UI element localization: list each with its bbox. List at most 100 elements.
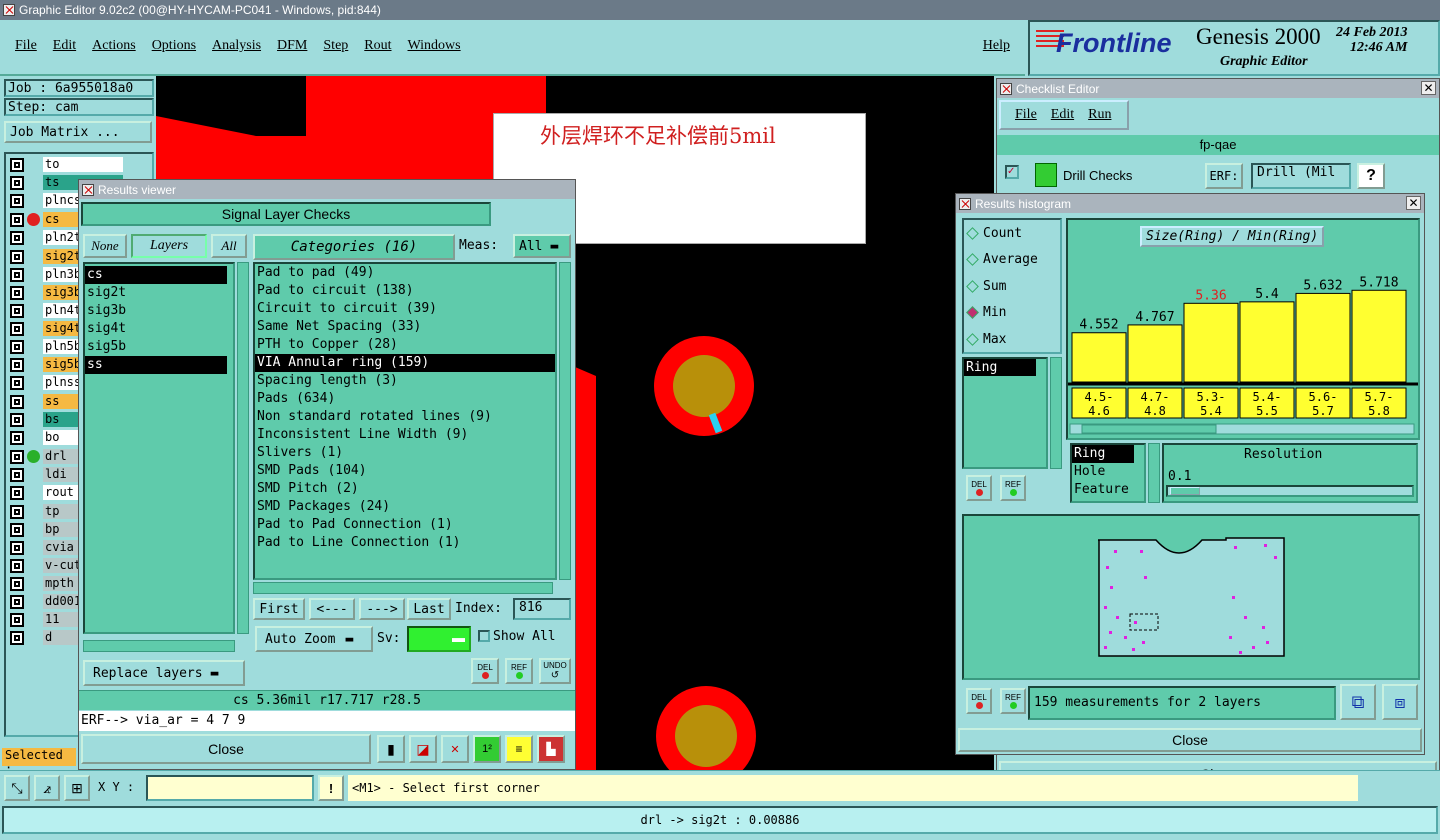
histogram-ref-button[interactable]: REF bbox=[1000, 475, 1026, 501]
close-icon[interactable]: ✕ bbox=[1406, 196, 1421, 210]
menu-options[interactable]: Options bbox=[152, 38, 196, 54]
checklist-check-icon[interactable]: ✓ bbox=[1005, 165, 1019, 179]
category-item[interactable]: Pads (634) bbox=[255, 390, 555, 408]
result-layer-item[interactable]: sig4t bbox=[85, 320, 227, 338]
menu-windows[interactable]: Windows bbox=[408, 38, 461, 54]
histogram-bar[interactable] bbox=[1295, 292, 1351, 383]
checklist-menu-run[interactable]: Run bbox=[1088, 107, 1111, 123]
layer-checkbox-icon[interactable] bbox=[10, 558, 24, 573]
layer-checkbox-icon[interactable] bbox=[10, 193, 24, 208]
layer-list-scrollbar[interactable] bbox=[237, 262, 249, 634]
histogram-scroll-thumb[interactable] bbox=[1081, 424, 1217, 434]
layer-checkbox-icon[interactable] bbox=[10, 449, 24, 464]
attribute-item[interactable]: Hole bbox=[1072, 463, 1144, 481]
layer-checkbox-icon[interactable] bbox=[10, 249, 24, 264]
category-item[interactable]: SMD Pitch (2) bbox=[255, 480, 555, 498]
result-layer-item[interactable]: sig5b bbox=[85, 338, 227, 356]
menu-actions[interactable]: Actions bbox=[92, 38, 136, 54]
category-listbox[interactable]: Pad to pad (49) Pad to circuit (138) Circu… bbox=[253, 262, 557, 580]
mode-sum[interactable]: Sum bbox=[964, 273, 1060, 300]
ring-listbox[interactable]: Ring bbox=[962, 357, 1048, 469]
measure-list-item[interactable]: Ring bbox=[964, 359, 1036, 376]
graph-icon[interactable]: ◪ bbox=[409, 735, 437, 763]
histogram-bar[interactable] bbox=[1127, 324, 1183, 383]
layer-checkbox-icon[interactable] bbox=[10, 267, 24, 282]
checklist-menu-edit[interactable]: Edit bbox=[1051, 107, 1074, 123]
report-icon[interactable]: ≡ bbox=[505, 735, 533, 763]
attribute-scrollbar[interactable] bbox=[1148, 443, 1160, 503]
job-matrix-button[interactable]: Job Matrix ... bbox=[4, 121, 152, 143]
index-input[interactable]: 816 bbox=[513, 598, 571, 620]
category-item[interactable]: SMD Packages (24) bbox=[255, 498, 555, 516]
erf-icon[interactable]: ✕ bbox=[441, 735, 469, 763]
layer-checkbox-icon[interactable] bbox=[10, 467, 24, 482]
category-item[interactable]: Pad to Pad Connection (1) bbox=[255, 516, 555, 534]
alert-icon[interactable]: ! bbox=[318, 775, 344, 801]
slider-thumb[interactable] bbox=[1170, 487, 1200, 495]
categories-tab[interactable]: Categories (16) bbox=[253, 234, 455, 260]
layer-checkbox-icon[interactable] bbox=[10, 339, 24, 354]
first-button[interactable]: First bbox=[253, 598, 305, 620]
histogram-del-button[interactable]: DEL bbox=[966, 475, 992, 501]
layer-checkbox-icon[interactable] bbox=[10, 321, 24, 336]
layer-checkbox-icon[interactable] bbox=[10, 412, 24, 427]
layer-checkbox-icon[interactable] bbox=[10, 175, 24, 190]
histogram-bar[interactable] bbox=[1071, 332, 1127, 383]
category-item[interactable]: Pad to Line Connection (1) bbox=[255, 534, 555, 552]
xy-input[interactable] bbox=[146, 775, 314, 801]
category-item[interactable]: Circuit to circuit (39) bbox=[255, 300, 555, 318]
category-item[interactable]: Slivers (1) bbox=[255, 444, 555, 462]
histogram-del-button-2[interactable]: DEL bbox=[966, 688, 992, 714]
menu-dfm[interactable]: DFM bbox=[277, 38, 307, 54]
attribute-item[interactable]: Ring bbox=[1072, 445, 1134, 463]
undo-button[interactable]: UNDO ↺ bbox=[539, 658, 571, 684]
mode-count[interactable]: Count bbox=[964, 220, 1060, 247]
category-item[interactable]: VIA Annular ring (159) bbox=[255, 354, 555, 372]
measure-icon[interactable]: ⦨ bbox=[34, 775, 60, 801]
help-button[interactable]: ? bbox=[1357, 163, 1385, 189]
layer-checkbox-icon[interactable] bbox=[10, 375, 24, 390]
category-hscroll[interactable] bbox=[253, 582, 553, 594]
prev-button[interactable]: <--- bbox=[309, 598, 355, 620]
results-viewer-titlebar[interactable]: Results viewer bbox=[79, 180, 575, 199]
board-preview[interactable] bbox=[962, 514, 1420, 680]
results-close-button[interactable]: Close bbox=[81, 734, 371, 764]
layers-tab[interactable]: Layers bbox=[131, 234, 207, 258]
layer-checkbox-icon[interactable] bbox=[10, 485, 24, 500]
category-item[interactable]: Inconsistent Line Width (9) bbox=[255, 426, 555, 444]
menu-file[interactable]: File bbox=[15, 38, 37, 54]
menu-edit[interactable]: Edit bbox=[53, 38, 76, 54]
histogram-ref-button-2[interactable]: REF bbox=[1000, 688, 1026, 714]
result-layer-item[interactable]: sig2t bbox=[85, 284, 227, 302]
del-button[interactable]: DEL bbox=[471, 658, 499, 684]
layer-checkbox-icon[interactable] bbox=[10, 157, 24, 172]
category-item[interactable]: Pad to circuit (138) bbox=[255, 282, 555, 300]
last-button[interactable]: Last bbox=[407, 598, 451, 620]
zoom-in-icon[interactable]: ⤡ bbox=[4, 775, 30, 801]
histogram-icon[interactable]: ▙ bbox=[537, 735, 565, 763]
category-scrollbar[interactable] bbox=[559, 262, 571, 580]
layer-checkbox-icon[interactable] bbox=[10, 230, 24, 245]
menu-help[interactable]: Help bbox=[983, 38, 1010, 54]
layer-checkbox-icon[interactable] bbox=[10, 522, 24, 537]
layer-checkbox-icon[interactable] bbox=[10, 303, 24, 318]
attribute-item[interactable]: Feature bbox=[1072, 481, 1144, 499]
mode-max[interactable]: Max bbox=[964, 326, 1060, 353]
menu-step[interactable]: Step bbox=[323, 38, 348, 54]
layer-checkbox-icon[interactable] bbox=[10, 430, 24, 445]
category-item[interactable]: Same Net Spacing (33) bbox=[255, 318, 555, 336]
ref-button[interactable]: REF bbox=[505, 658, 533, 684]
layer-row[interactable]: to bbox=[6, 156, 152, 173]
replace-layers-button[interactable]: Replace layers ▬ bbox=[83, 660, 245, 686]
attribute-listbox[interactable]: Ring Hole Feature bbox=[1070, 443, 1146, 503]
checklist-menu-file[interactable]: File bbox=[1015, 107, 1037, 123]
layer-checkbox-icon[interactable] bbox=[10, 612, 24, 627]
histogram-bar[interactable] bbox=[1239, 301, 1295, 383]
checklist-titlebar[interactable]: Checklist Editor ✕ bbox=[997, 79, 1439, 98]
result-layer-item[interactable]: cs bbox=[85, 266, 227, 284]
close-icon[interactable]: ✕ bbox=[1421, 81, 1436, 95]
result-layer-item[interactable]: sig3b bbox=[85, 302, 227, 320]
layer-checkbox-icon[interactable] bbox=[10, 594, 24, 609]
layer-checkbox-icon[interactable] bbox=[10, 576, 24, 591]
layer-listbox[interactable]: cs sig2t sig3b sig4t sig5b ss bbox=[83, 262, 235, 634]
